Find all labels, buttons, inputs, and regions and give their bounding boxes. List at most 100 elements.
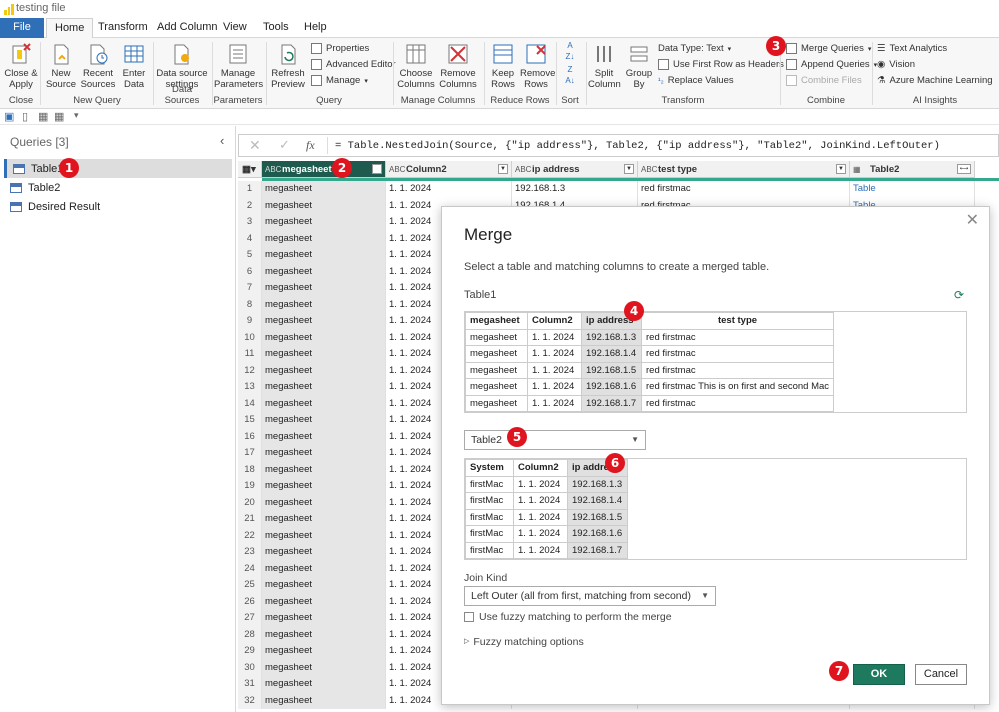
grid-icon[interactable]: ▦ <box>38 110 48 123</box>
table-cell[interactable]: megasheet <box>262 313 386 330</box>
properties-button[interactable]: Properties <box>311 43 369 54</box>
sort-descending-icon[interactable]: Z A↓ <box>560 64 580 86</box>
row-number[interactable]: 32 <box>238 692 262 709</box>
formula-input[interactable]: = Table.NestedJoin(Source, {"ip address"… <box>335 140 940 152</box>
grid-corner-icon[interactable]: ▦▾ <box>238 161 262 178</box>
row-number[interactable]: 15 <box>238 412 262 429</box>
table-cell[interactable]: megasheet <box>262 214 386 231</box>
table-cell[interactable]: megasheet <box>262 280 386 297</box>
remove-columns-button[interactable]: Remove Columns <box>438 42 478 90</box>
row-number[interactable]: 10 <box>238 329 262 346</box>
table-cell[interactable]: megasheet <box>262 362 386 379</box>
refresh-preview-icon[interactable]: ⟳ <box>954 288 964 302</box>
row-number[interactable]: 31 <box>238 676 262 693</box>
row-number[interactable]: 12 <box>238 362 262 379</box>
advanced-editor-button[interactable]: Advanced Editor <box>311 59 396 70</box>
preview-column-header[interactable]: Column2 <box>513 459 568 477</box>
sort-ascending-icon[interactable]: A Z↓ <box>560 40 580 62</box>
table-cell[interactable]: megasheet <box>262 544 386 561</box>
table-icon[interactable]: ▦ <box>54 110 64 123</box>
row-number[interactable]: 30 <box>238 659 262 676</box>
row-number[interactable]: 9 <box>238 313 262 330</box>
row-number[interactable]: 2 <box>238 197 262 214</box>
table-cell[interactable]: megasheet <box>262 577 386 594</box>
confirm-formula-icon[interactable]: ✓ <box>279 137 290 153</box>
join-kind-select[interactable]: Left Outer (all from first, matching fro… <box>464 586 716 606</box>
fuzzy-matching-checkbox[interactable] <box>464 612 474 622</box>
table-cell[interactable]: megasheet <box>262 643 386 660</box>
tab-file[interactable]: File <box>0 18 44 38</box>
table-cell[interactable]: megasheet <box>262 395 386 412</box>
row-number[interactable]: 1 <box>238 181 262 198</box>
use-first-row-headers-button[interactable]: Use First Row as Headers▾ <box>658 59 791 70</box>
fuzzy-matching-checkbox-row[interactable]: Use fuzzy matching to perform the merge <box>464 611 672 623</box>
row-number[interactable]: 23 <box>238 544 262 561</box>
fuzzy-options-toggle[interactable]: ▷ Fuzzy matching options <box>464 636 584 648</box>
preview-column-header[interactable]: Column2 <box>527 312 582 330</box>
table-cell[interactable]: megasheet <box>262 230 386 247</box>
table-cell[interactable]: megasheet <box>262 181 386 198</box>
table-cell[interactable]: megasheet <box>262 461 386 478</box>
table-cell[interactable]: megasheet <box>262 296 386 313</box>
close-icon[interactable]: ✕ <box>966 210 979 230</box>
table-cell[interactable]: Table <box>850 181 975 198</box>
column-header-table2[interactable]: ▦ Table2 ⟷ <box>850 161 975 178</box>
row-number[interactable]: 11 <box>238 346 262 363</box>
table-cell[interactable]: megasheet <box>262 379 386 396</box>
column-filter-icon[interactable]: ▼ <box>498 164 508 174</box>
preview-column-header[interactable]: System <box>465 459 514 477</box>
split-column-button[interactable]: Split Column <box>588 42 621 90</box>
row-number[interactable]: 21 <box>238 511 262 528</box>
table-cell[interactable]: megasheet <box>262 626 386 643</box>
append-queries-button[interactable]: Append Queries ▾ <box>786 59 877 70</box>
row-number[interactable]: 17 <box>238 445 262 462</box>
table-cell[interactable]: 1. 1. 2024 <box>386 181 512 198</box>
column-header-ip-address[interactable]: ABC ip address ▼ <box>512 161 638 178</box>
page-icon[interactable]: ▯ <box>22 110 28 123</box>
query-item-table2[interactable]: Table2 <box>4 178 232 197</box>
table-cell[interactable]: megasheet <box>262 692 386 709</box>
merge-queries-button[interactable]: Merge Queries ▾ <box>786 43 871 54</box>
table-cell[interactable]: megasheet <box>262 263 386 280</box>
column-filter-icon[interactable]: ▼ <box>836 164 846 174</box>
row-number[interactable]: 13 <box>238 379 262 396</box>
row-number[interactable]: 8 <box>238 296 262 313</box>
table-cell[interactable]: megasheet <box>262 676 386 693</box>
row-number[interactable]: 29 <box>238 643 262 660</box>
table-cell[interactable]: 192.168.1.3 <box>512 181 638 198</box>
column-filter-icon[interactable]: ▼ <box>372 164 382 174</box>
save-icon[interactable]: ▣ <box>4 110 14 123</box>
group-by-button[interactable]: Group By <box>624 42 654 90</box>
row-number[interactable]: 27 <box>238 610 262 627</box>
row-number[interactable]: 18 <box>238 461 262 478</box>
table-cell[interactable]: megasheet <box>262 412 386 429</box>
tab-view[interactable]: View <box>215 18 255 38</box>
azure-ml-button[interactable]: ⚗ Azure Machine Learning <box>877 75 993 86</box>
manage-parameters-button[interactable]: Manage Parameters <box>214 42 263 90</box>
table-cell[interactable]: megasheet <box>262 527 386 544</box>
row-number[interactable]: 19 <box>238 478 262 495</box>
recent-sources-button[interactable]: Recent Sources <box>80 42 116 90</box>
query-item-desired-result[interactable]: Desired Result <box>4 197 232 216</box>
table-cell[interactable]: megasheet <box>262 560 386 577</box>
table-cell[interactable]: megasheet <box>262 346 386 363</box>
row-number[interactable]: 26 <box>238 593 262 610</box>
keep-rows-button[interactable]: Keep Rows <box>488 42 518 90</box>
remove-rows-button[interactable]: Remove Rows <box>520 42 555 90</box>
query-item-table1[interactable]: Table1 <box>4 159 232 178</box>
table-cell[interactable]: megasheet <box>262 329 386 346</box>
ok-button[interactable]: OK <box>853 664 905 685</box>
row-number[interactable]: 4 <box>238 230 262 247</box>
customize-toolbar-icon[interactable]: ▾ <box>74 110 79 121</box>
row-number[interactable]: 22 <box>238 527 262 544</box>
table-cell[interactable]: red firstmac <box>638 181 850 198</box>
data-type-dropdown[interactable]: Data Type: Text ▾ <box>658 43 731 54</box>
table-cell[interactable]: megasheet <box>262 511 386 528</box>
combine-files-button[interactable]: Combine Files <box>786 75 862 86</box>
table-cell[interactable]: megasheet <box>262 610 386 627</box>
vision-button[interactable]: ◉ Vision <box>877 59 915 70</box>
tab-home[interactable]: Home <box>46 18 94 39</box>
choose-columns-button[interactable]: Choose Columns <box>397 42 435 90</box>
table-cell[interactable]: megasheet <box>262 428 386 445</box>
row-number[interactable]: 6 <box>238 263 262 280</box>
